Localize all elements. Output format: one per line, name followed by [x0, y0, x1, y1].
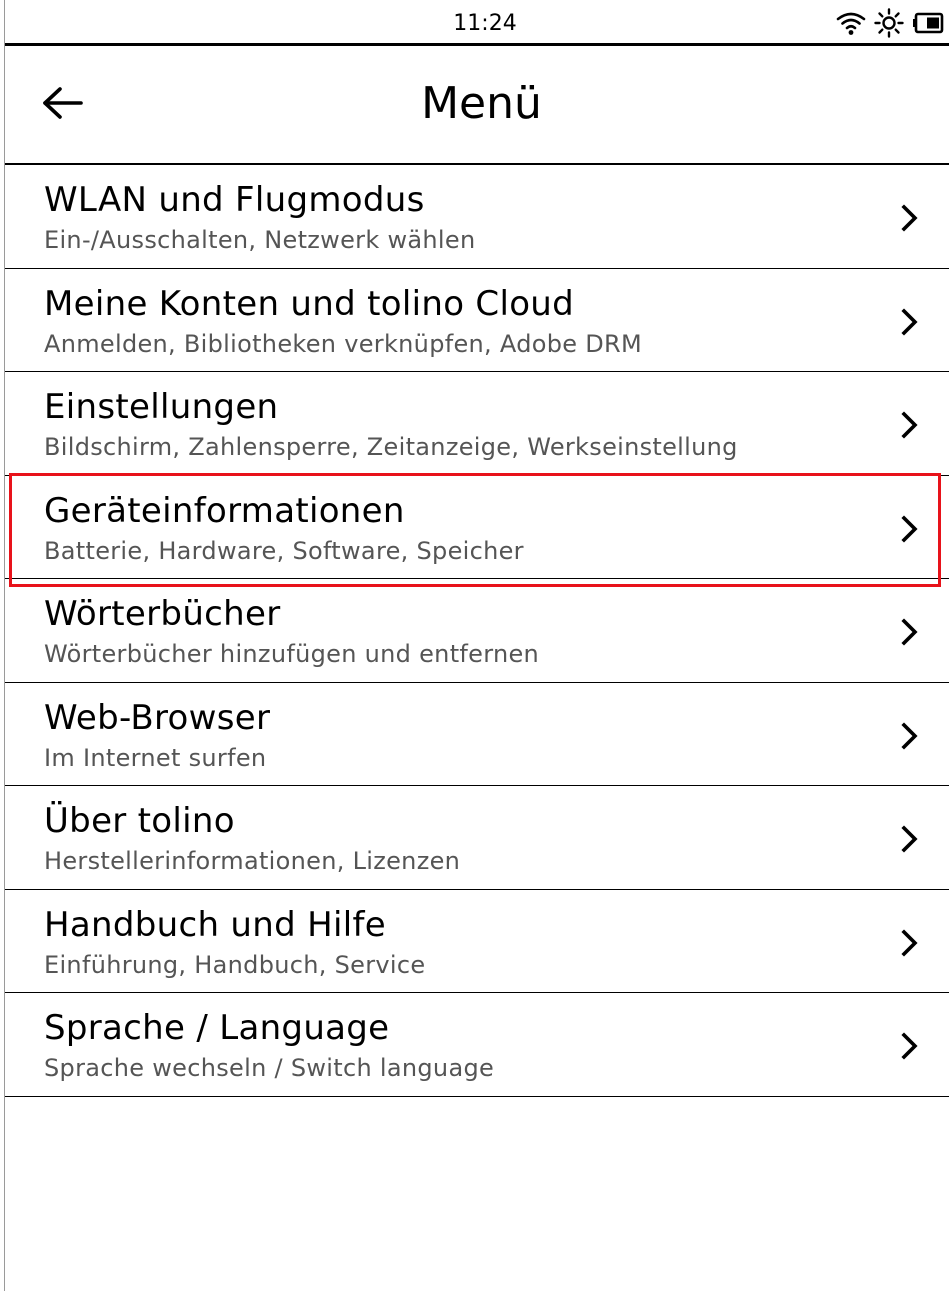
- menu-item-wlan[interactable]: WLAN und Flugmodus Ein-/Ausschalten, Net…: [5, 165, 949, 269]
- status-time: 11:24: [453, 11, 517, 36]
- chevron-right-icon: [901, 411, 918, 439]
- menu-item-title: Meine Konten und tolino Cloud: [44, 283, 575, 324]
- menu-item-subtitle: Anmelden, Bibliotheken verknüpfen, Adobe…: [44, 329, 643, 358]
- status-icons: [836, 8, 944, 38]
- menu-item-settings[interactable]: Einstellungen Bildschirm, Zahlensperre, …: [5, 372, 949, 476]
- menu-item-subtitle: Batterie, Hardware, Software, Speicher: [44, 536, 524, 565]
- chevron-right-icon: [901, 204, 918, 232]
- menu-item-device-info[interactable]: Geräteinformationen Batterie, Hardware, …: [5, 476, 949, 579]
- menu-item-web-browser[interactable]: Web-Browser Im Internet surfen: [5, 683, 949, 786]
- wifi-icon: [836, 10, 866, 36]
- header: Menü: [5, 46, 949, 165]
- chevron-right-icon: [901, 721, 918, 750]
- menu-item-subtitle: Wörterbücher hinzufügen und entfernen: [44, 640, 540, 668]
- menu-item-subtitle: Im Internet surfen: [44, 743, 267, 772]
- menu-item-subtitle: Bildschirm, Zahlensperre, Zeitanzeige, W…: [44, 433, 738, 461]
- menu-item-about[interactable]: Über tolino Herstellerinformationen, Liz…: [5, 786, 949, 890]
- menu-item-title: Geräteinformationen: [44, 490, 405, 531]
- page-title: Menü: [421, 78, 542, 129]
- menu-item-title: WLAN und Flugmodus: [44, 180, 425, 220]
- status-bar: 11:24: [5, 0, 949, 46]
- settings-menu: WLAN und Flugmodus Ein-/Ausschalten, Net…: [5, 165, 949, 1097]
- menu-item-subtitle: Sprache wechseln / Switch language: [44, 1054, 495, 1082]
- chevron-right-icon: [901, 307, 918, 336]
- menu-item-manual-help[interactable]: Handbuch und Hilfe Einführung, Handbuch,…: [5, 890, 949, 993]
- chevron-right-icon: [901, 928, 918, 957]
- menu-item-accounts[interactable]: Meine Konten und tolino Cloud Anmelden, …: [5, 269, 949, 372]
- device-screen: 11:24 Menü WLAN und Flugmodus Ein-/Aussc…: [4, 0, 949, 1291]
- menu-item-subtitle: Einführung, Handbuch, Service: [44, 950, 426, 979]
- menu-item-title: Web-Browser: [44, 697, 271, 738]
- menu-item-title: Einstellungen: [44, 387, 279, 427]
- menu-item-subtitle: Herstellerinformationen, Lizenzen: [44, 847, 461, 875]
- chevron-right-icon: [901, 514, 918, 543]
- chevron-right-icon: [901, 618, 918, 646]
- menu-item-language[interactable]: Sprache / Language Sprache wechseln / Sw…: [5, 993, 949, 1097]
- menu-item-title: Über tolino: [44, 801, 235, 841]
- brightness-icon: [874, 8, 904, 38]
- menu-item-title: Sprache / Language: [44, 1008, 390, 1048]
- menu-item-title: Wörterbücher: [44, 594, 281, 634]
- menu-item-dictionaries[interactable]: Wörterbücher Wörterbücher hinzufügen und…: [5, 579, 949, 683]
- chevron-right-icon: [901, 1032, 918, 1060]
- menu-item-title: Handbuch und Hilfe: [44, 904, 386, 945]
- battery-icon: [912, 12, 944, 34]
- chevron-right-icon: [901, 825, 918, 853]
- menu-item-subtitle: Ein-/Ausschalten, Netzwerk wählen: [44, 226, 476, 254]
